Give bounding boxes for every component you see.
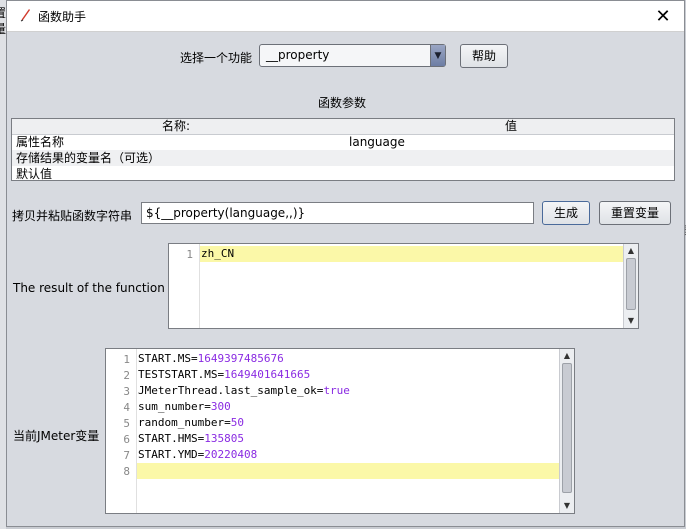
variable-line: sum_number=300 bbox=[138, 400, 231, 413]
chevron-down-icon[interactable]: ▼ bbox=[430, 45, 445, 66]
variable-value: 20220408 bbox=[204, 448, 258, 461]
line-number: 3 bbox=[123, 385, 130, 398]
result-label: The result of the function is bbox=[13, 281, 179, 295]
table-row[interactable]: 默认值 bbox=[12, 166, 674, 182]
current-line-highlight bbox=[136, 463, 560, 479]
line-number: 7 bbox=[123, 449, 130, 462]
function-combobox-value: __property bbox=[266, 48, 330, 62]
variable-line: TESTSTART.MS=1649401641665 bbox=[138, 368, 310, 381]
line-number: 1 bbox=[123, 353, 130, 366]
variable-line: START.YMD=20220408 bbox=[138, 448, 257, 461]
scroll-up-icon[interactable]: ▲ bbox=[560, 349, 574, 363]
jmeter-variables-label: 当前JMeter变量 bbox=[13, 429, 100, 443]
vertical-scrollbar[interactable]: ▲ ▼ bbox=[623, 244, 638, 328]
variable-line: JMeterThread.last_sample_ok=true bbox=[138, 384, 350, 397]
jmeter-variables-editor[interactable]: 1 START.MS=1649397485676 2 TESTSTART.MS=… bbox=[105, 348, 575, 514]
variable-key: START.HMS= bbox=[138, 432, 205, 445]
variable-value: true bbox=[323, 384, 350, 397]
param-name: 属性名称 bbox=[16, 135, 65, 149]
line-number: 4 bbox=[123, 401, 130, 414]
column-header-name: 名称: bbox=[162, 119, 191, 133]
generate-button[interactable]: 生成 bbox=[542, 201, 590, 225]
function-string-field[interactable]: ${__property(language,,)} bbox=[141, 202, 534, 224]
line-number: 1 bbox=[186, 248, 193, 261]
result-editor[interactable]: 1 zh_CN ▲ ▼ bbox=[168, 243, 639, 329]
line-number: 2 bbox=[123, 369, 130, 382]
variable-key: sum_number= bbox=[138, 400, 211, 413]
table-row[interactable]: 属性名称 language bbox=[12, 134, 674, 150]
variable-value: 135805 bbox=[204, 432, 244, 445]
scroll-thumb[interactable] bbox=[562, 363, 572, 493]
scroll-down-icon[interactable]: ▼ bbox=[560, 499, 574, 513]
reset-variables-button[interactable]: 重置变量 bbox=[599, 201, 671, 225]
dialog-title: 函数助手 bbox=[38, 10, 87, 24]
variable-value: 1649397485676 bbox=[197, 352, 284, 365]
help-button[interactable]: 帮助 bbox=[460, 44, 508, 68]
copy-paste-label: 拷贝并粘贴函数字符串 bbox=[12, 209, 133, 223]
variable-line: START.HMS=135805 bbox=[138, 432, 244, 445]
variable-value: 1649401641665 bbox=[224, 368, 311, 381]
function-selector-label: 选择一个功能 bbox=[180, 51, 253, 65]
variable-key: TESTSTART.MS= bbox=[138, 368, 225, 381]
line-number: 8 bbox=[123, 465, 130, 478]
scroll-thumb[interactable] bbox=[626, 258, 636, 310]
param-name: 默认值 bbox=[16, 167, 53, 181]
current-line-highlight bbox=[199, 246, 624, 262]
param-value[interactable]: language bbox=[349, 134, 405, 150]
variable-key: START.MS= bbox=[138, 352, 198, 365]
variable-key: JMeterThread.last_sample_ok= bbox=[138, 384, 324, 397]
column-header-value: 值 bbox=[505, 119, 518, 133]
function-combobox[interactable]: __property ▼ bbox=[259, 44, 446, 67]
close-icon: ✕ bbox=[655, 5, 671, 27]
close-button[interactable]: ✕ bbox=[642, 1, 684, 31]
result-text: zh_CN bbox=[201, 247, 235, 260]
table-row[interactable]: 存储结果的变量名（可选） bbox=[12, 150, 674, 166]
vertical-scrollbar[interactable]: ▲ ▼ bbox=[559, 349, 574, 513]
variable-key: START.YMD= bbox=[138, 448, 205, 461]
line-number: 5 bbox=[123, 417, 130, 430]
param-name: 存储结果的变量名（可选） bbox=[16, 151, 161, 165]
params-table: 名称: 值 属性名称 language 存储结果的变量名（可选） 默认值 bbox=[11, 118, 675, 181]
variable-value: 300 bbox=[210, 400, 231, 413]
function-helper-dialog: 函数助手 ✕ 选择一个功能 __property ▼ 帮助 函数参数 名称: 值… bbox=[6, 0, 685, 527]
table-header: 名称: 值 bbox=[12, 119, 674, 135]
variable-line: START.MS=1649397485676 bbox=[138, 352, 284, 365]
variable-key: random_number= bbox=[138, 416, 231, 429]
title-bar: 函数助手 ✕ bbox=[7, 1, 684, 32]
params-section-title: 函数参数 bbox=[318, 96, 367, 110]
variable-value: 50 bbox=[230, 416, 244, 429]
variable-line: random_number=50 bbox=[138, 416, 244, 429]
scroll-down-icon[interactable]: ▼ bbox=[624, 314, 638, 328]
feather-icon bbox=[20, 9, 30, 22]
scroll-up-icon[interactable]: ▲ bbox=[624, 244, 638, 258]
line-number: 6 bbox=[123, 433, 130, 446]
